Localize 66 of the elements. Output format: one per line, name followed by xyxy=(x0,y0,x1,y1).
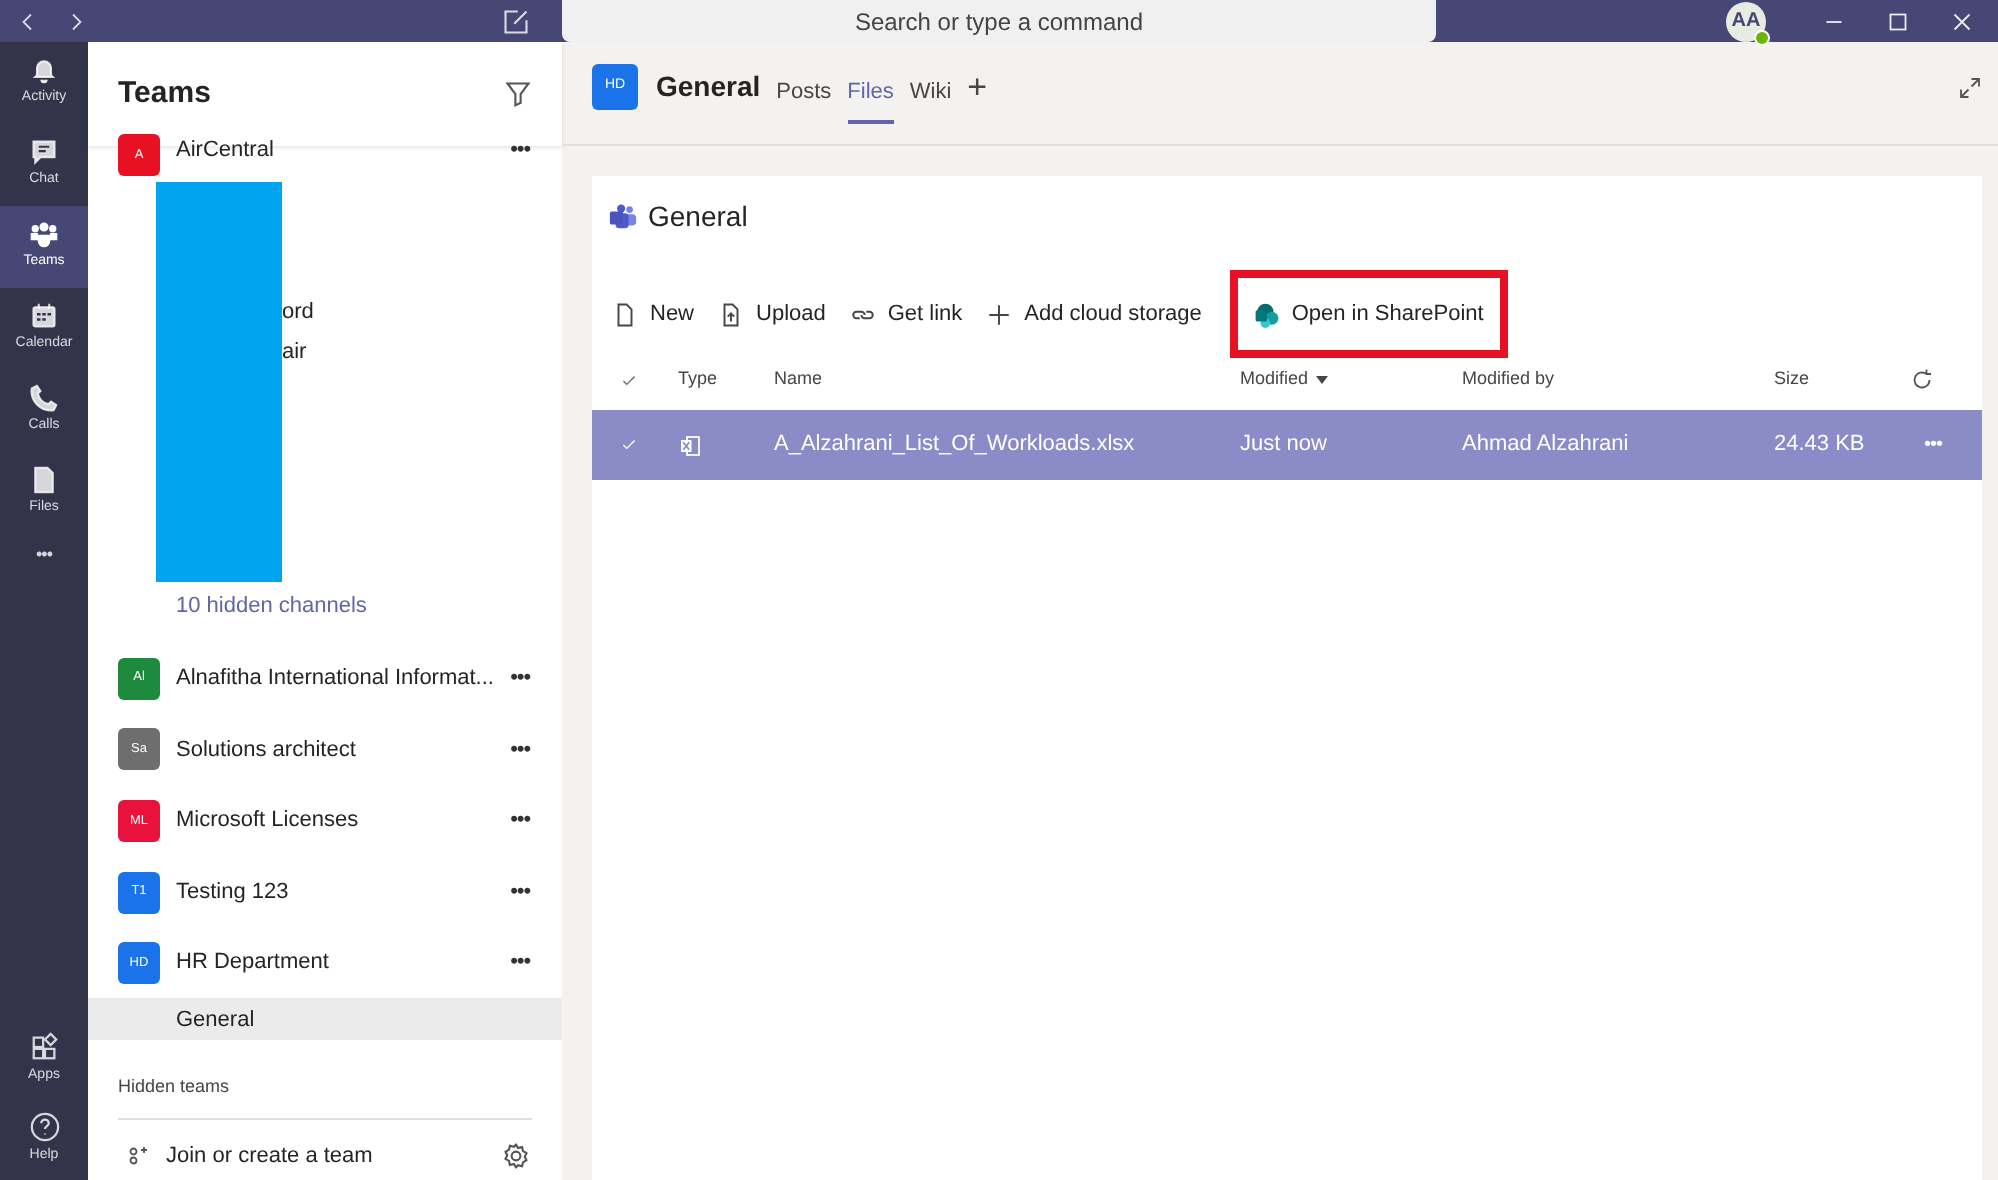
sort-caret-icon xyxy=(1316,376,1329,384)
more-options-button[interactable]: ••• xyxy=(502,946,538,980)
folder-title: General xyxy=(648,198,748,236)
compose-icon[interactable] xyxy=(502,7,530,35)
team-name[interactable]: Alnafitha International Informat... xyxy=(176,662,494,696)
settings-icon[interactable] xyxy=(502,1141,530,1170)
plus-icon xyxy=(986,301,1013,327)
help-icon xyxy=(29,1112,59,1143)
channel-name[interactable]: air xyxy=(282,338,314,366)
apps-icon xyxy=(29,1032,59,1063)
more-options-button[interactable]: ••• xyxy=(502,134,538,167)
toolbar-button[interactable]: Upload xyxy=(718,297,826,331)
table-cell-text: Just now xyxy=(1240,430,1329,461)
bell-icon xyxy=(30,56,58,85)
excel-file-icon xyxy=(678,433,702,457)
phone-icon xyxy=(30,384,58,413)
team-name[interactable]: Testing 123 xyxy=(176,875,289,909)
column-header[interactable]: Modified xyxy=(1240,366,1309,394)
teams-logo-icon xyxy=(608,202,638,232)
tab[interactable]: Files xyxy=(847,51,894,123)
hidden-channels-link[interactable]: 10 hidden channels xyxy=(176,590,367,623)
file-icon xyxy=(30,466,58,495)
team-name[interactable]: HR Department xyxy=(176,946,329,980)
expand-icon[interactable] xyxy=(1958,75,1982,99)
toolbar-button[interactable]: Open in SharePoint xyxy=(1229,270,1508,358)
refresh-icon xyxy=(1910,368,1934,392)
table-cell-text: A_Alzahrani_List_Of_Workloads.xlsx xyxy=(774,430,1137,461)
sharepoint-icon xyxy=(1253,301,1280,327)
more-options-button[interactable]: ••• xyxy=(502,733,538,767)
more-options-button[interactable]: ••• xyxy=(502,662,538,696)
team-name[interactable]: Microsoft Licenses xyxy=(176,804,359,838)
column-header[interactable]: Type xyxy=(678,366,774,394)
table-cell-text: Ahmad Alzahrani xyxy=(1462,430,1631,461)
document-icon xyxy=(612,301,638,327)
check-icon xyxy=(620,436,638,454)
toolbar-button[interactable]: Get link xyxy=(849,297,963,331)
close-icon xyxy=(1950,9,1974,33)
check-icon xyxy=(620,371,638,389)
toolbar-button[interactable]: New xyxy=(612,297,695,331)
maximize-icon xyxy=(1886,9,1910,33)
team-name[interactable]: AirCentral xyxy=(176,134,274,167)
team-name[interactable]: Solutions architect xyxy=(176,733,356,767)
more-options-button[interactable]: ••• xyxy=(502,875,538,909)
channel-item[interactable]: General xyxy=(88,998,562,1041)
people-icon xyxy=(30,220,58,249)
chat-icon xyxy=(30,138,58,167)
add-people-icon xyxy=(126,1143,150,1168)
channel-name[interactable]: ord xyxy=(282,298,314,326)
add-tab-button[interactable]: + xyxy=(967,70,988,104)
tab[interactable]: Posts xyxy=(776,51,832,123)
column-header[interactable]: Name xyxy=(774,366,1240,394)
sidebar-title: Teams xyxy=(118,73,211,114)
calendar-icon xyxy=(30,302,58,331)
more-button[interactable]: ••• xyxy=(35,542,53,569)
tab[interactable]: Wiki xyxy=(909,51,952,123)
filter-icon xyxy=(504,80,532,108)
table-cell-text: 24.43 KB xyxy=(1774,430,1867,461)
hidden-teams-label: Hidden teams xyxy=(118,1074,532,1119)
column-header[interactable]: Size xyxy=(1774,366,1896,394)
column-header[interactable]: Modified by xyxy=(1462,366,1774,394)
avatar[interactable]: AA xyxy=(1726,1,1766,41)
search-field[interactable]: Search or type a command xyxy=(562,0,1436,42)
toolbar-button[interactable]: Add cloud storage xyxy=(986,297,1202,331)
channel-title: General xyxy=(656,68,761,106)
more-options-button[interactable]: ••• xyxy=(502,804,538,838)
join-team-button[interactable]: Join or create a team xyxy=(166,1139,373,1172)
